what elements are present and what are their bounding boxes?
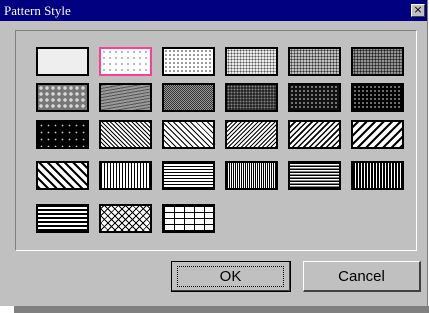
pattern-swatch-brick[interactable] xyxy=(162,204,215,233)
pattern-swatch-dots-medium-dark[interactable] xyxy=(351,47,404,76)
pattern-swatch-vertical-lines[interactable] xyxy=(99,161,152,190)
pattern-grid-panel xyxy=(15,30,417,251)
pattern-swatch-horizontal-medium[interactable] xyxy=(288,161,341,190)
cancel-button-label: Cancel xyxy=(338,267,385,285)
pattern-swatch-crosshatch-diagonal[interactable] xyxy=(99,204,152,233)
pattern-swatch-diagonal-down-fine[interactable] xyxy=(225,120,278,149)
pattern-swatch-dark-stipple[interactable] xyxy=(225,83,278,112)
pattern-swatch-black-sparse-dots[interactable] xyxy=(36,120,89,149)
pattern-swatch-dots-medium-light[interactable] xyxy=(225,47,278,76)
pattern-swatch-diagonal-down-wide[interactable] xyxy=(351,120,404,149)
pattern-swatch-gray-wave[interactable] xyxy=(99,83,152,112)
cancel-button[interactable]: Cancel xyxy=(303,261,421,292)
pattern-swatch-dots-medium[interactable] xyxy=(288,47,341,76)
ok-button-label: OK xyxy=(177,265,284,287)
pattern-style-dialog: Pattern Style × OK Cancel xyxy=(0,0,428,306)
pattern-swatch-diagonal-up-medium[interactable] xyxy=(162,120,215,149)
pattern-swatch-solid-light[interactable] xyxy=(36,47,89,76)
pattern-swatch-dark-grid-dots[interactable] xyxy=(288,83,341,112)
ok-button[interactable]: OK xyxy=(171,261,291,292)
pattern-swatch-vertical-dense[interactable] xyxy=(225,161,278,190)
dialog-shadow xyxy=(14,306,429,313)
pattern-swatch-dots-sparse[interactable] xyxy=(99,47,152,76)
pattern-swatch-black-fine-dots[interactable] xyxy=(351,83,404,112)
close-icon: × xyxy=(413,3,423,16)
pattern-swatch-dots-light[interactable] xyxy=(162,47,215,76)
pattern-swatch-dark-checker[interactable] xyxy=(162,83,215,112)
close-button[interactable]: × xyxy=(411,3,425,17)
window-title: Pattern Style xyxy=(4,3,71,18)
pattern-swatch-diagonal-up-wide[interactable] xyxy=(36,161,89,190)
pattern-swatch-gray-spots[interactable] xyxy=(36,83,89,112)
pattern-swatch-vertical-bold[interactable] xyxy=(351,161,404,190)
pattern-swatch-diagonal-fine[interactable] xyxy=(99,120,152,149)
pattern-swatch-diagonal-down-medium[interactable] xyxy=(288,120,341,149)
pattern-swatch-horizontal-bold[interactable] xyxy=(36,204,89,233)
title-bar[interactable]: Pattern Style × xyxy=(0,0,427,21)
pattern-swatch-horizontal-fine[interactable] xyxy=(162,161,215,190)
